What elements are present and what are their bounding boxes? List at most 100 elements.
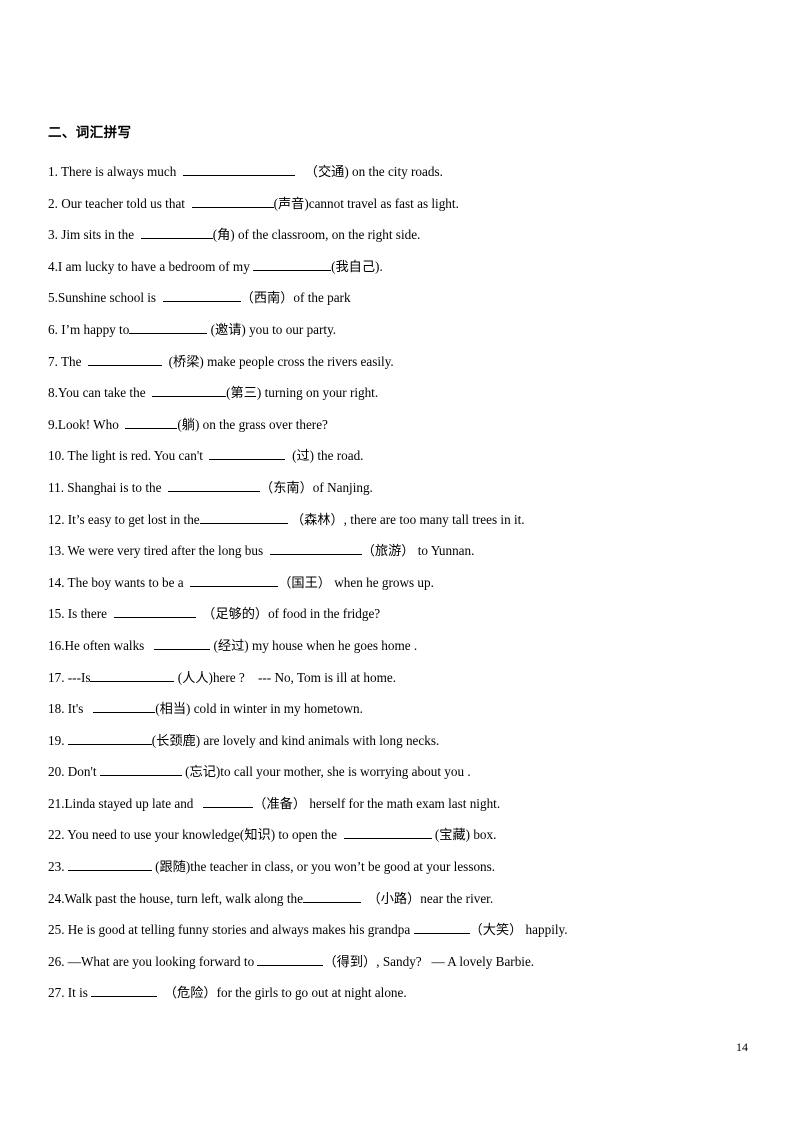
question-text-after-blank: (长颈鹿) are lovely and kind animals with l… xyxy=(151,732,440,748)
question-item: 14. The boy wants to be a （国王） when he g… xyxy=(48,567,748,599)
question-text-before-blank: 1. There is always much xyxy=(48,164,183,179)
question-text-after-blank: （国王） when he grows up. xyxy=(278,574,434,590)
question-text-after-blank: (跟随)the teacher in class, or you won’t b… xyxy=(151,859,496,875)
question-text-after-blank: （得到）, Sandy? — A lovely Barbie. xyxy=(323,953,535,969)
question-item: 24.Walk past the house, turn left, walk … xyxy=(48,883,748,915)
answer-blank[interactable] xyxy=(413,921,470,935)
answer-blank[interactable] xyxy=(269,542,362,556)
answer-blank[interactable] xyxy=(209,447,286,461)
question-text-before-blank: 16.He often walks xyxy=(48,637,155,653)
answer-blank[interactable] xyxy=(162,289,241,303)
question-text-after-blank: （足够的）of food in the fridge? xyxy=(195,606,381,622)
question-item: 17. ---Is (人人)here ? --- No, Tom is ill … xyxy=(48,662,748,694)
question-item: 8.You can take the (第三) turning on your … xyxy=(48,377,748,409)
question-text-after-blank: （西南）of the park xyxy=(240,290,351,306)
question-text-after-blank: (躺) on the grass over there? xyxy=(177,416,328,432)
answer-blank[interactable] xyxy=(182,163,295,176)
question-item: 25. He is good at telling funny stories … xyxy=(48,914,748,946)
question-text-after-blank: （旅游） to Yunnan. xyxy=(361,543,475,559)
question-text-after-blank: (角) of the classroom, on the right side. xyxy=(212,227,421,243)
document-page: 二、词汇拼写 1. There is always much （交通) on t… xyxy=(0,0,794,1123)
answer-blank[interactable] xyxy=(88,353,163,366)
question-text-before-blank: 15. Is there xyxy=(48,606,114,622)
question-item: 11. Shanghai is to the （东南）of Nanjing. xyxy=(48,472,748,504)
answer-blank[interactable] xyxy=(168,479,261,492)
question-text-after-blank: (相当) cold in winter in my hometown. xyxy=(155,701,363,717)
answer-blank[interactable] xyxy=(152,384,227,398)
answer-blank[interactable] xyxy=(93,700,156,714)
question-text-before-blank: 2. Our teacher told us that xyxy=(48,195,192,211)
question-item: 27. It is （危险）for the girls to go out at… xyxy=(48,977,748,1009)
answer-blank[interactable] xyxy=(91,984,158,998)
answer-blank[interactable] xyxy=(129,321,208,334)
question-item: 15. Is there （足够的）of food in the fridge? xyxy=(48,598,748,630)
question-text-before-blank: 4.I am lucky to have a bedroom of my xyxy=(48,258,254,274)
question-text-after-blank: (人人)here ? --- No, Tom is ill at home. xyxy=(174,669,396,685)
answer-blank[interactable] xyxy=(302,890,361,903)
question-text-before-blank: 9.Look! Who xyxy=(48,416,126,432)
question-text-before-blank: 13. We were very tired after the long bu… xyxy=(48,543,270,559)
answer-blank[interactable] xyxy=(113,605,196,619)
question-item: 10. The light is red. You can't (过) the … xyxy=(48,440,748,472)
answer-blank[interactable] xyxy=(125,416,178,429)
question-text-before-blank: 19. xyxy=(48,732,68,748)
question-text-before-blank: 26. —What are you looking forward to xyxy=(48,953,258,969)
answer-blank[interactable] xyxy=(203,795,254,808)
question-item: 23. (跟随)the teacher in class, or you won… xyxy=(48,851,748,883)
question-text-before-blank: 6. I’m happy to xyxy=(48,321,130,337)
answer-blank[interactable] xyxy=(191,195,274,208)
question-item: 2. Our teacher told us that (声音)cannot t… xyxy=(48,188,748,220)
answer-blank[interactable] xyxy=(67,858,152,872)
question-text-after-blank: (过) the road. xyxy=(285,448,364,464)
question-text-before-blank: 17. ---Is xyxy=(48,669,91,685)
question-item: 12. It’s easy to get lost in the （森林）, t… xyxy=(48,504,748,536)
answer-blank[interactable] xyxy=(190,574,279,587)
question-text-after-blank: （小路）near the river. xyxy=(360,890,494,906)
answer-blank[interactable] xyxy=(154,637,211,650)
question-text-after-blank: （东南）of Nanjing. xyxy=(260,479,373,495)
answer-blank[interactable] xyxy=(343,826,432,840)
question-text-after-blank: (经过) my house when he goes home . xyxy=(210,637,418,653)
question-text-after-blank: (宝藏) box. xyxy=(431,827,497,843)
question-item: 16.He often walks (经过) my house when he … xyxy=(48,630,748,662)
question-text-before-blank: 20. Don't xyxy=(48,764,100,780)
question-text-before-blank: 25. He is good at telling funny stories … xyxy=(48,922,414,938)
question-text-before-blank: 21.Linda stayed up late and xyxy=(48,795,204,811)
question-item: 20. Don't (忘记)to call your mother, she i… xyxy=(48,756,748,788)
question-text-after-blank: (桥梁) make people cross the rivers easily… xyxy=(162,353,394,369)
page-number: 14 xyxy=(736,1040,748,1054)
question-text-before-blank: 5.Sunshine school is xyxy=(48,290,163,306)
question-item: 4.I am lucky to have a bedroom of my (我自… xyxy=(48,251,748,283)
question-item: 1. There is always much （交通) on the city… xyxy=(48,156,748,188)
question-text-before-blank: 23. xyxy=(48,859,68,875)
question-text-before-blank: 27. It is xyxy=(48,985,92,1001)
question-item: 26. —What are you looking forward to （得到… xyxy=(48,946,748,978)
question-text-before-blank: 11. Shanghai is to the xyxy=(48,479,169,495)
question-item: 5.Sunshine school is （西南）of the park xyxy=(48,282,748,314)
question-item: 7. The (桥梁) make people cross the rivers… xyxy=(48,346,748,378)
answer-blank[interactable] xyxy=(140,226,213,240)
question-text-after-blank: (邀请) you to our party. xyxy=(207,321,337,337)
question-item: 6. I’m happy to (邀请) you to our party. xyxy=(48,314,748,346)
answer-blank[interactable] xyxy=(253,258,332,271)
question-item: 21.Linda stayed up late and （准备） herself… xyxy=(48,788,748,820)
question-text-before-blank: 10. The light is red. You can't xyxy=(48,448,210,464)
question-text-after-blank: （大笑） happily. xyxy=(469,922,568,938)
question-text-before-blank: 18. It's xyxy=(48,701,94,717)
answer-blank[interactable] xyxy=(199,511,288,524)
question-text-before-blank: 14. The boy wants to be a xyxy=(48,574,191,590)
question-text-before-blank: 22. You need to use your knowledge(知识) t… xyxy=(48,827,344,843)
answer-blank[interactable] xyxy=(90,669,175,682)
question-text-before-blank: 3. Jim sits in the xyxy=(48,227,141,243)
answer-blank[interactable] xyxy=(67,732,152,745)
question-item: 19. (长颈鹿) are lovely and kind animals wi… xyxy=(48,725,748,757)
question-item: 13. We were very tired after the long bu… xyxy=(48,535,748,567)
answer-blank[interactable] xyxy=(257,953,324,966)
question-text-before-blank: 8.You can take the xyxy=(48,385,153,401)
question-text-before-blank: 7. The xyxy=(48,353,89,369)
question-text-after-blank: （森林）, there are too many tall trees in i… xyxy=(287,511,525,527)
question-text-after-blank: (第三) turning on your right. xyxy=(226,385,379,401)
question-item: 3. Jim sits in the (角) of the classroom,… xyxy=(48,219,748,251)
question-item: 22. You need to use your knowledge(知识) t… xyxy=(48,819,748,851)
answer-blank[interactable] xyxy=(99,763,182,777)
